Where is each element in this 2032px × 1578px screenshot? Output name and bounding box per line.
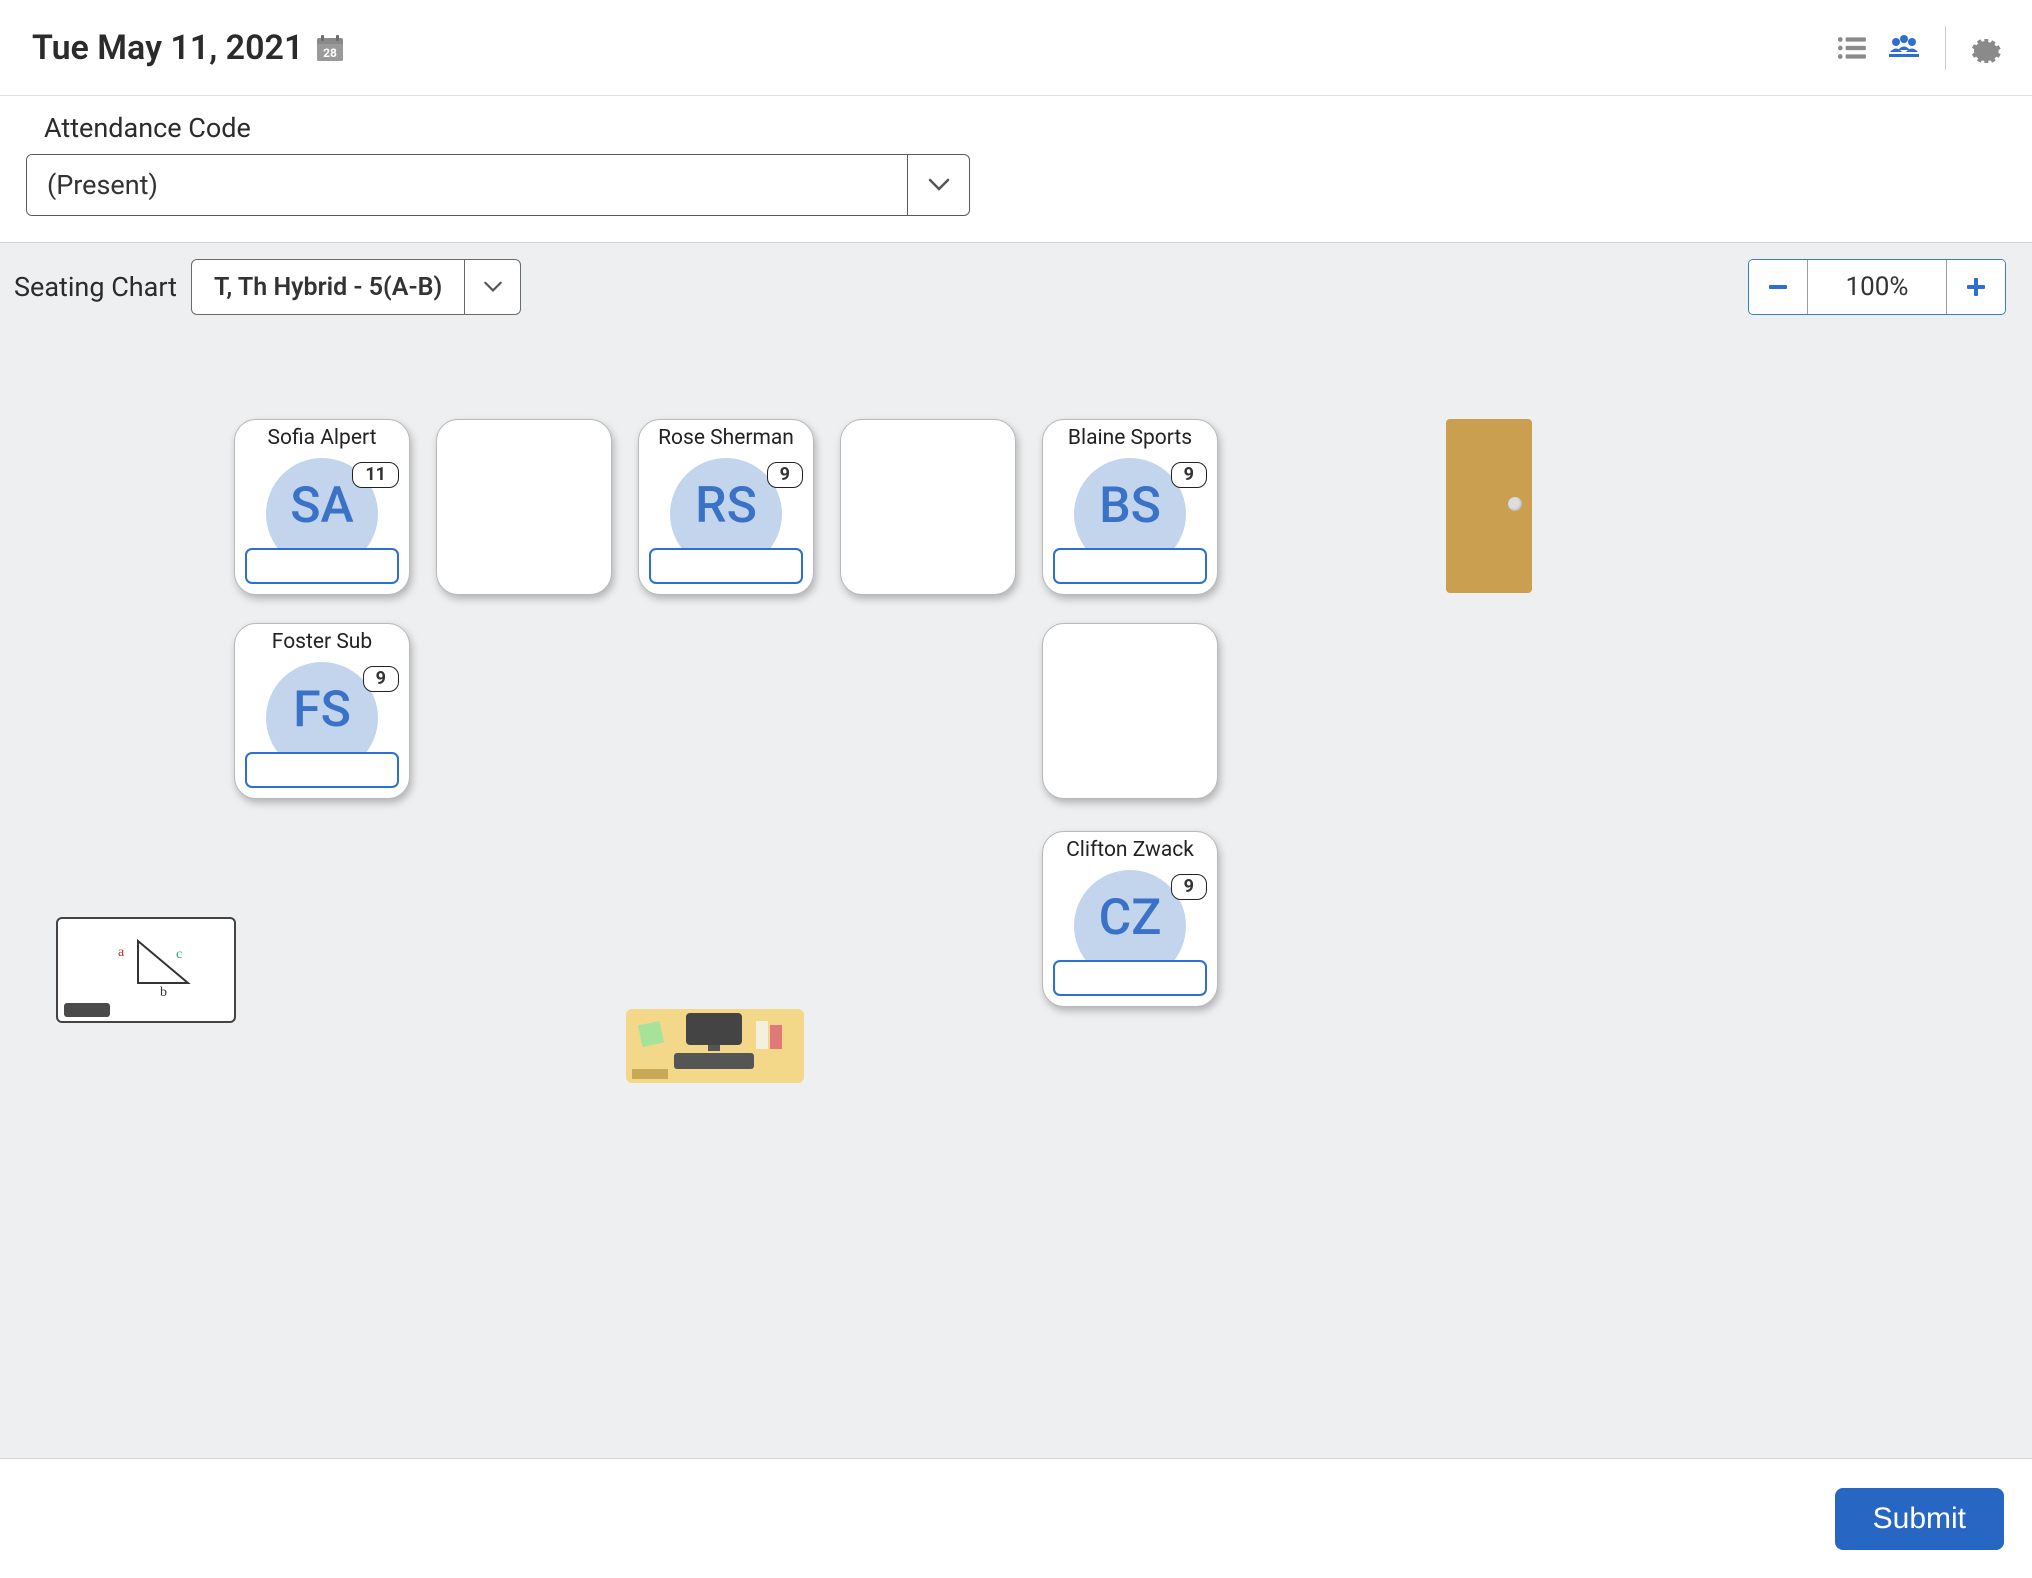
attendance-code-label: Attendance Code bbox=[44, 112, 2006, 144]
seating-chart-value: T, Th Hybrid - 5(A-B) bbox=[192, 260, 464, 314]
settings-gear-icon[interactable] bbox=[1970, 33, 2004, 63]
student-attendance-input[interactable] bbox=[245, 548, 399, 584]
teacher-desk-icon bbox=[626, 1009, 804, 1083]
seating-chart-select[interactable]: T, Th Hybrid - 5(A-B) bbox=[191, 259, 521, 315]
student-initials: BS bbox=[1099, 477, 1161, 535]
divider bbox=[1945, 26, 1946, 70]
student-seat[interactable]: Sofia Alpert 11SA bbox=[234, 419, 410, 595]
student-name: Clifton Zwack bbox=[1066, 838, 1194, 862]
student-seat[interactable]: Clifton Zwack 9 CZ bbox=[1042, 831, 1218, 1007]
student-attendance-input[interactable] bbox=[649, 548, 803, 584]
student-grade-badge: 9 bbox=[767, 462, 803, 488]
seating-canvas[interactable]: a b c Sofia Alpert 11SA Rose Sherman 9 RS Bla… bbox=[14, 329, 2006, 1429]
zoom-in-button[interactable] bbox=[1947, 260, 2005, 314]
seating-chart-section: Seating Chart T, Th Hybrid - 5(A-B) 100% bbox=[0, 243, 2032, 1465]
whiteboard-label-b: b bbox=[160, 985, 167, 1001]
submit-button[interactable]: Submit bbox=[1835, 1488, 2004, 1550]
student-grade-badge: 9 bbox=[1171, 874, 1207, 900]
student-attendance-input[interactable] bbox=[1053, 960, 1207, 996]
empty-seat[interactable] bbox=[436, 419, 612, 595]
svg-text:28: 28 bbox=[324, 46, 338, 60]
student-seat[interactable]: Rose Sherman 9 RS bbox=[638, 419, 814, 595]
student-name: Blaine Sports bbox=[1068, 426, 1192, 450]
list-view-icon[interactable] bbox=[1835, 33, 1869, 63]
student-grade-badge: 9 bbox=[1171, 462, 1207, 488]
student-attendance-input[interactable] bbox=[1053, 548, 1207, 584]
empty-seat[interactable] bbox=[1042, 623, 1218, 799]
student-seat[interactable]: Foster Sub 9 FS bbox=[234, 623, 410, 799]
calendar-icon[interactable]: 28 bbox=[315, 33, 345, 63]
footer-bar: Submit bbox=[0, 1458, 2032, 1578]
student-name: Foster Sub bbox=[272, 630, 372, 654]
seating-chart-view-icon[interactable] bbox=[1887, 33, 1921, 63]
whiteboard-icon: a b c bbox=[56, 917, 236, 1023]
student-name: Rose Sherman bbox=[658, 426, 794, 450]
chevron-down-icon bbox=[907, 155, 969, 215]
attendance-code-section: Attendance Code (Present) bbox=[0, 96, 2032, 243]
student-initials: FS bbox=[293, 681, 351, 739]
zoom-value: 100% bbox=[1807, 260, 1947, 314]
whiteboard-label-c: c bbox=[176, 947, 182, 963]
whiteboard-label-a: a bbox=[118, 945, 124, 961]
student-attendance-input[interactable] bbox=[245, 752, 399, 788]
student-initials: CZ bbox=[1099, 889, 1162, 947]
student-name: Sofia Alpert bbox=[268, 426, 377, 450]
seating-chart-label: Seating Chart bbox=[14, 271, 177, 303]
chevron-down-icon bbox=[464, 260, 520, 314]
attendance-code-select[interactable]: (Present) bbox=[26, 154, 970, 216]
student-grade-badge: 9 bbox=[363, 666, 399, 692]
empty-seat[interactable] bbox=[840, 419, 1016, 595]
page-date-title: Tue May 11, 2021 bbox=[32, 28, 303, 68]
student-seat[interactable]: Blaine Sports 9 BS bbox=[1042, 419, 1218, 595]
student-grade-badge: 11 bbox=[352, 462, 399, 488]
student-initials: RS bbox=[695, 477, 757, 535]
zoom-out-button[interactable] bbox=[1749, 260, 1807, 314]
zoom-control: 100% bbox=[1748, 259, 2006, 315]
header-bar: Tue May 11, 2021 28 bbox=[0, 0, 2032, 96]
student-initials: SA bbox=[290, 477, 353, 535]
attendance-code-value: (Present) bbox=[27, 155, 907, 215]
door-icon bbox=[1446, 419, 1532, 593]
